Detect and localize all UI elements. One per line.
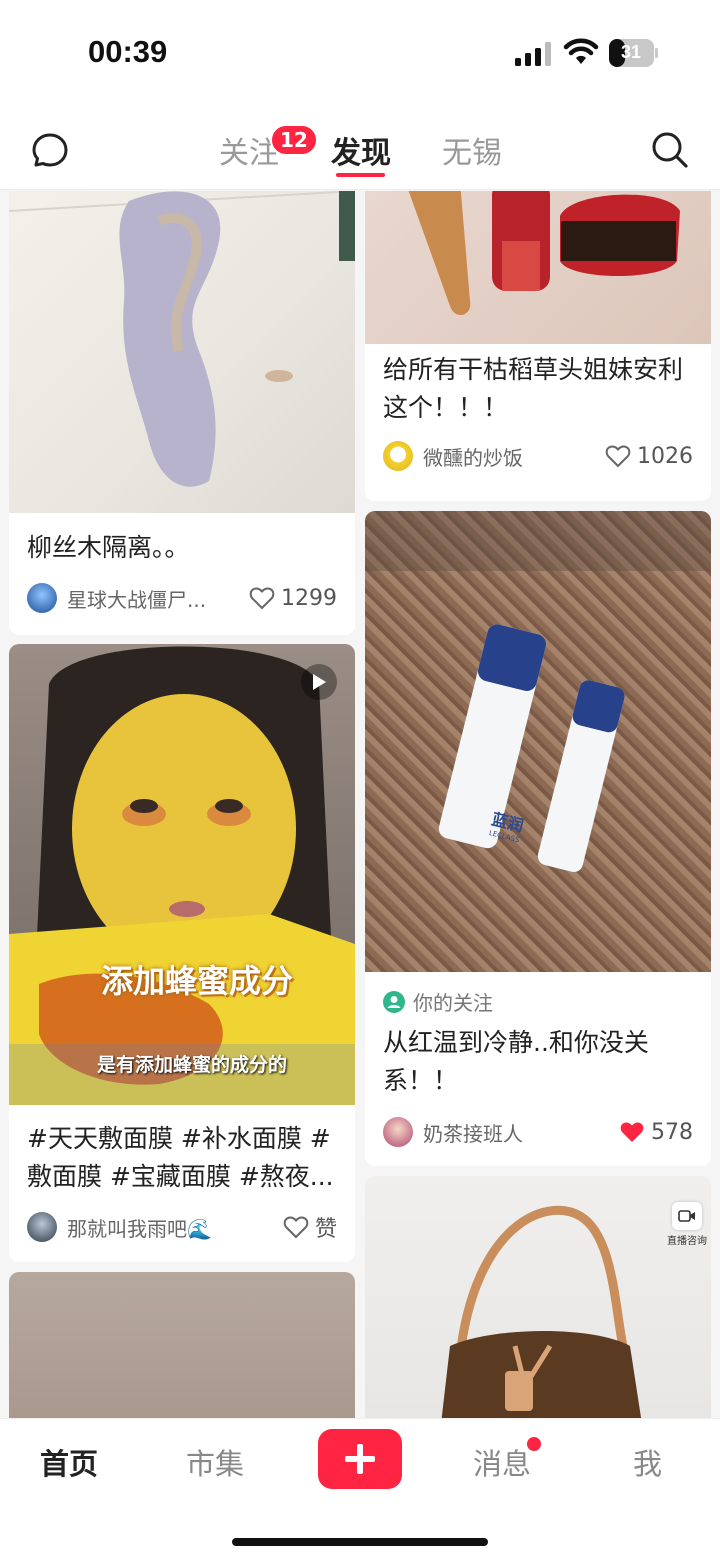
note-meta: 星球大战僵尸... 1299 bbox=[27, 581, 337, 615]
wifi-icon bbox=[563, 38, 599, 64]
like-count: 赞 bbox=[314, 1217, 337, 1242]
note-title: 柳丝木隔离。。 bbox=[27, 533, 190, 562]
nav-me[interactable]: 我 bbox=[633, 1441, 662, 1483]
author-name[interactable]: 星球大战僵尸... bbox=[67, 584, 249, 613]
video-camera-icon bbox=[678, 1210, 695, 1222]
tab-local[interactable]: 无锡 bbox=[442, 128, 502, 172]
avatar[interactable] bbox=[383, 441, 413, 471]
note-card[interactable]: 给所有干枯稻草头姐妹安利这个！！！ 微醺的炒饭 1026 bbox=[365, 191, 711, 501]
heart-outline-icon bbox=[283, 1216, 309, 1239]
note-meta: 那就叫我雨吧🌊 赞 bbox=[27, 1210, 337, 1244]
following-badge: 12 bbox=[270, 124, 318, 156]
note-meta: 微醺的炒饭 1026 bbox=[383, 439, 693, 473]
search-icon[interactable] bbox=[650, 130, 690, 170]
tab-discover[interactable]: 发现 bbox=[331, 128, 391, 172]
battery-icon: 31 bbox=[609, 39, 659, 67]
nav-market[interactable]: 市集 bbox=[186, 1441, 244, 1483]
like-button[interactable]: 1299 bbox=[249, 586, 337, 611]
note-video-cover: 添加蜂蜜成分 是有添加蜂蜜的成分的 bbox=[9, 644, 355, 1105]
note-card[interactable] bbox=[9, 1272, 355, 1418]
avatar[interactable] bbox=[27, 583, 57, 613]
heart-filled-icon bbox=[620, 1122, 644, 1142]
like-button[interactable]: 578 bbox=[619, 1120, 693, 1145]
like-count: 578 bbox=[651, 1119, 693, 1145]
note-meta: 奶茶接班人 578 bbox=[383, 1115, 693, 1149]
avatar[interactable] bbox=[27, 1212, 57, 1242]
like-button[interactable]: 1026 bbox=[605, 444, 693, 469]
like-button[interactable]: 赞 bbox=[283, 1211, 337, 1243]
bottom-nav: 首页 市集 消息 我 bbox=[0, 1418, 720, 1561]
note-card[interactable]: 添加蜂蜜成分 是有添加蜂蜜的成分的 #天天敷面膜 #补水面膜 #敷面膜 #宝藏面… bbox=[9, 644, 355, 1262]
heart-outline-icon bbox=[249, 587, 275, 610]
like-count: 1026 bbox=[637, 443, 693, 469]
video-overlay-title: 添加蜂蜜成分 bbox=[101, 962, 294, 1000]
status-time: 00:39 bbox=[88, 34, 168, 69]
like-count: 1299 bbox=[281, 585, 337, 611]
following-tag: 你的关注 bbox=[383, 987, 493, 1016]
note-card[interactable]: 蓝润 LECLASS 你的关注 从红温到冷静..和你没关系！！ 奶茶接班人 57… bbox=[365, 511, 711, 1166]
messages-unread-dot bbox=[527, 1437, 541, 1451]
play-icon bbox=[301, 664, 337, 700]
note-card[interactable]: 直播咨询 bbox=[365, 1176, 711, 1418]
author-name[interactable]: 那就叫我雨吧🌊 bbox=[67, 1213, 283, 1242]
author-name[interactable]: 微醺的炒饭 bbox=[423, 442, 605, 471]
avatar[interactable] bbox=[383, 1117, 413, 1147]
nav-messages[interactable]: 消息 bbox=[473, 1441, 531, 1483]
heart-outline-icon bbox=[605, 445, 631, 468]
note-image: 蓝润 LECLASS bbox=[365, 511, 711, 972]
nav-home[interactable]: 首页 bbox=[40, 1441, 98, 1483]
battery-level: 31 bbox=[621, 42, 642, 62]
note-title: 给所有干枯稻草头姐妹安利这个！！！ bbox=[383, 355, 684, 422]
plus-icon bbox=[345, 1444, 375, 1474]
note-image: 直播咨询 bbox=[365, 1176, 711, 1418]
live-consult-button[interactable]: 直播咨询 bbox=[667, 1202, 707, 1247]
status-bar: 00:39 31 bbox=[0, 0, 720, 100]
home-indicator bbox=[232, 1538, 488, 1546]
author-name[interactable]: 奶茶接班人 bbox=[423, 1118, 619, 1147]
note-image bbox=[9, 1272, 355, 1418]
note-image bbox=[365, 191, 711, 344]
video-overlay-caption: 是有添加蜂蜜的成分的 bbox=[97, 1054, 288, 1076]
note-title: 从红温到冷静..和你没关系！！ bbox=[383, 1028, 649, 1095]
note-title: #天天敷面膜 #补水面膜 #敷面膜 #宝藏面膜 #熬夜... bbox=[27, 1124, 334, 1191]
discover-feed[interactable]: 柳丝木隔离。。 星球大战僵尸... 1299 添加蜂蜜成分 是有添加蜂蜜的成分的… bbox=[0, 191, 720, 1418]
create-post-button[interactable] bbox=[318, 1429, 402, 1489]
person-badge-icon bbox=[383, 990, 405, 1013]
top-nav: 关注 12 发现 无锡 bbox=[0, 100, 720, 190]
note-image bbox=[9, 191, 355, 513]
chat-bubble-icon[interactable] bbox=[30, 130, 70, 170]
active-tab-indicator bbox=[336, 173, 385, 177]
note-card[interactable]: 柳丝木隔离。。 星球大战僵尸... 1299 bbox=[9, 191, 355, 635]
cellular-signal-icon bbox=[515, 42, 551, 66]
